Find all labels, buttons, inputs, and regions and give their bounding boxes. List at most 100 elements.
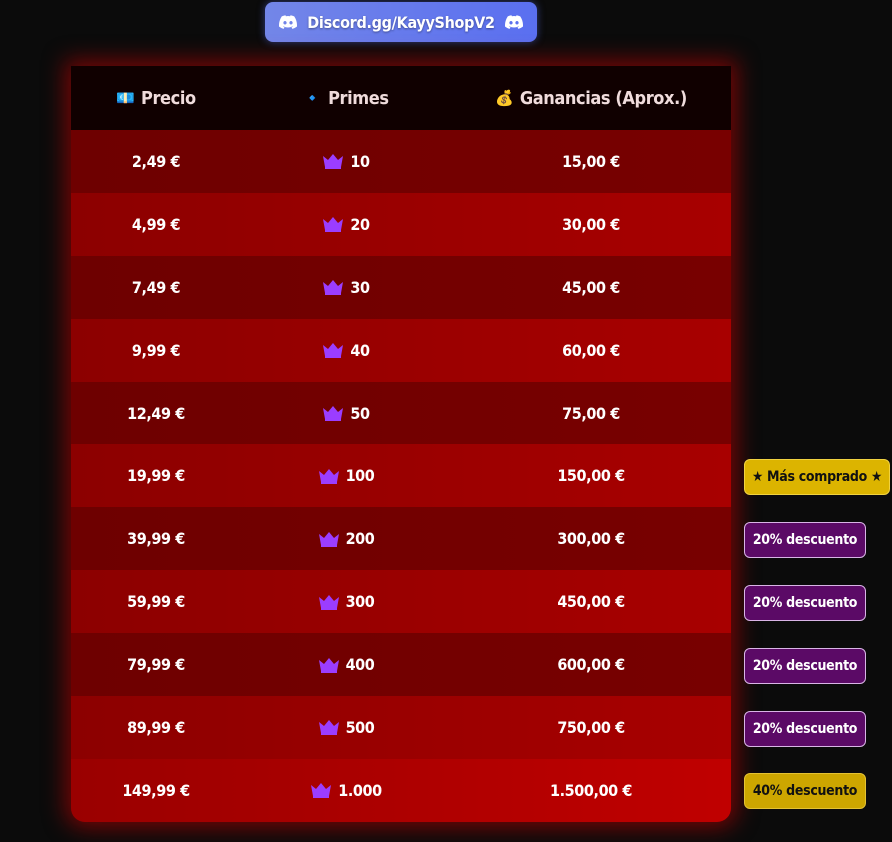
money-bag-icon: 💰 bbox=[495, 88, 514, 107]
table-row: 149,99 € 1.000 1.500,00 € bbox=[71, 758, 731, 822]
table-row: 79,99 € 400 600,00 € bbox=[71, 633, 731, 697]
table-row: 39,99 € 200 300,00 € bbox=[71, 507, 731, 571]
primes-cell: 500 bbox=[241, 718, 451, 737]
table-header: 💶 Precio 🔹 Primes 💰 Ganancias (Aprox.) bbox=[71, 66, 731, 130]
discount-badge: 20% descuento bbox=[744, 521, 866, 558]
table-row: 9,99 € 40 60,00 € bbox=[71, 318, 731, 382]
price-cell: 2,49 € bbox=[71, 152, 241, 171]
header-price-label: Precio bbox=[140, 87, 196, 109]
price-cell: 4,99 € bbox=[71, 215, 241, 234]
crown-icon bbox=[323, 406, 344, 421]
primes-cell: 40 bbox=[241, 341, 451, 360]
price-value: 89,99 € bbox=[127, 717, 185, 737]
primes-value: 50 bbox=[350, 403, 370, 423]
primes-value: 1.000 bbox=[338, 780, 382, 800]
primes-value: 400 bbox=[345, 655, 375, 675]
crown-icon bbox=[318, 657, 339, 673]
primes-cell: 10 bbox=[241, 152, 451, 171]
crown-icon bbox=[323, 343, 344, 359]
earnings-cell: 600,00 € bbox=[451, 655, 731, 674]
header-primes: 🔹 Primes bbox=[241, 88, 451, 109]
earnings-value: 30,00 € bbox=[562, 214, 620, 234]
prices-table: 💶 Precio 🔹 Primes 💰 Ganancias (Aprox.) 2… bbox=[71, 66, 731, 822]
earnings-cell: 75,00 € bbox=[451, 404, 731, 423]
table-row: 2,49 € 10 15,00 € bbox=[71, 130, 731, 193]
earnings-value: 450,00 € bbox=[557, 592, 625, 612]
discord-icon-left bbox=[279, 15, 298, 29]
earnings-value: 60,00 € bbox=[562, 340, 620, 360]
earnings-value: 1.500,00 € bbox=[549, 780, 633, 800]
blue-diamond-icon: 🔹 bbox=[303, 88, 323, 107]
header-earnings-label: Ganancias (Aprox.) bbox=[519, 87, 687, 109]
primes-value: 300 bbox=[345, 592, 375, 612]
table-body: 2,49 € 10 15,00 € 4,99 € 20 30,00 € 7,49… bbox=[71, 130, 731, 822]
price-value: 79,99 € bbox=[127, 655, 185, 675]
price-cell: 79,99 € bbox=[71, 655, 241, 674]
header-price: 💶 Precio bbox=[71, 88, 241, 109]
table-row: 4,99 € 20 30,00 € bbox=[71, 192, 731, 256]
earnings-cell: 60,00 € bbox=[451, 341, 731, 360]
earnings-value: 75,00 € bbox=[562, 403, 620, 423]
table-row: 89,99 € 500 750,00 € bbox=[71, 696, 731, 759]
table-row: 59,99 € 300 450,00 € bbox=[71, 570, 731, 634]
header-earnings: 💰 Ganancias (Aprox.) bbox=[451, 88, 731, 109]
primes-value: 30 bbox=[350, 277, 370, 297]
price-value: 149,99 € bbox=[122, 780, 190, 800]
discord-link-text: Discord.gg/KayyShopV2 bbox=[307, 12, 495, 32]
discord-icon-right bbox=[504, 15, 523, 29]
earnings-value: 300,00 € bbox=[557, 529, 625, 549]
earnings-cell: 1.500,00 € bbox=[451, 781, 731, 800]
earnings-cell: 450,00 € bbox=[451, 592, 731, 611]
primes-value: 40 bbox=[350, 340, 370, 360]
earnings-cell: 300,00 € bbox=[451, 529, 731, 548]
table-row: 19,99 € 100 150,00 € bbox=[71, 444, 731, 508]
price-cell: 149,99 € bbox=[71, 781, 241, 800]
primes-value: 200 bbox=[345, 529, 375, 549]
earnings-cell: 15,00 € bbox=[451, 152, 731, 171]
primes-cell: 100 bbox=[241, 466, 451, 485]
price-value: 19,99 € bbox=[127, 466, 185, 486]
price-cell: 89,99 € bbox=[71, 718, 241, 737]
crown-icon bbox=[323, 154, 344, 170]
discount-badge: 40% descuento bbox=[744, 773, 866, 810]
earnings-value: 45,00 € bbox=[562, 277, 620, 297]
earnings-value: 15,00 € bbox=[562, 151, 620, 171]
earnings-cell: 45,00 € bbox=[451, 278, 731, 297]
primes-cell: 20 bbox=[241, 215, 451, 234]
primes-cell: 200 bbox=[241, 529, 451, 548]
price-value: 4,99 € bbox=[131, 214, 181, 234]
discount-badge: 20% descuento bbox=[744, 584, 866, 621]
discount-badge: 20% descuento bbox=[744, 710, 866, 747]
price-cell: 59,99 € bbox=[71, 592, 241, 611]
header-primes-label: Primes bbox=[328, 87, 389, 109]
crown-icon bbox=[323, 217, 344, 233]
price-cell: 9,99 € bbox=[71, 341, 241, 360]
primes-value: 100 bbox=[345, 466, 375, 486]
earnings-value: 600,00 € bbox=[557, 655, 625, 675]
earnings-cell: 30,00 € bbox=[451, 215, 731, 234]
price-value: 7,49 € bbox=[131, 277, 181, 297]
price-value: 12,49 € bbox=[127, 403, 185, 423]
best-seller-badge: ★ Más comprado ★ bbox=[744, 458, 890, 495]
price-value: 2,49 € bbox=[131, 151, 181, 171]
price-value: 9,99 € bbox=[131, 340, 181, 360]
primes-cell: 1.000 bbox=[241, 781, 451, 800]
price-cell: 12,49 € bbox=[71, 404, 241, 423]
primes-cell: 400 bbox=[241, 655, 451, 674]
primes-cell: 30 bbox=[241, 278, 451, 297]
price-value: 59,99 € bbox=[127, 592, 185, 612]
discord-link-button[interactable]: Discord.gg/KayyShopV2 bbox=[265, 2, 537, 42]
primes-cell: 50 bbox=[241, 404, 451, 423]
crown-icon bbox=[318, 594, 339, 610]
earnings-cell: 750,00 € bbox=[451, 718, 731, 737]
crown-icon bbox=[311, 783, 332, 799]
table-row: 7,49 € 30 45,00 € bbox=[71, 255, 731, 319]
crown-icon bbox=[318, 468, 339, 484]
price-cell: 19,99 € bbox=[71, 466, 241, 485]
crown-icon bbox=[318, 531, 339, 547]
primes-cell: 300 bbox=[241, 592, 451, 611]
earnings-value: 750,00 € bbox=[557, 717, 625, 737]
discount-badge: 20% descuento bbox=[744, 647, 866, 684]
euro-banknote-icon: 💶 bbox=[116, 88, 135, 107]
earnings-value: 150,00 € bbox=[557, 466, 625, 486]
